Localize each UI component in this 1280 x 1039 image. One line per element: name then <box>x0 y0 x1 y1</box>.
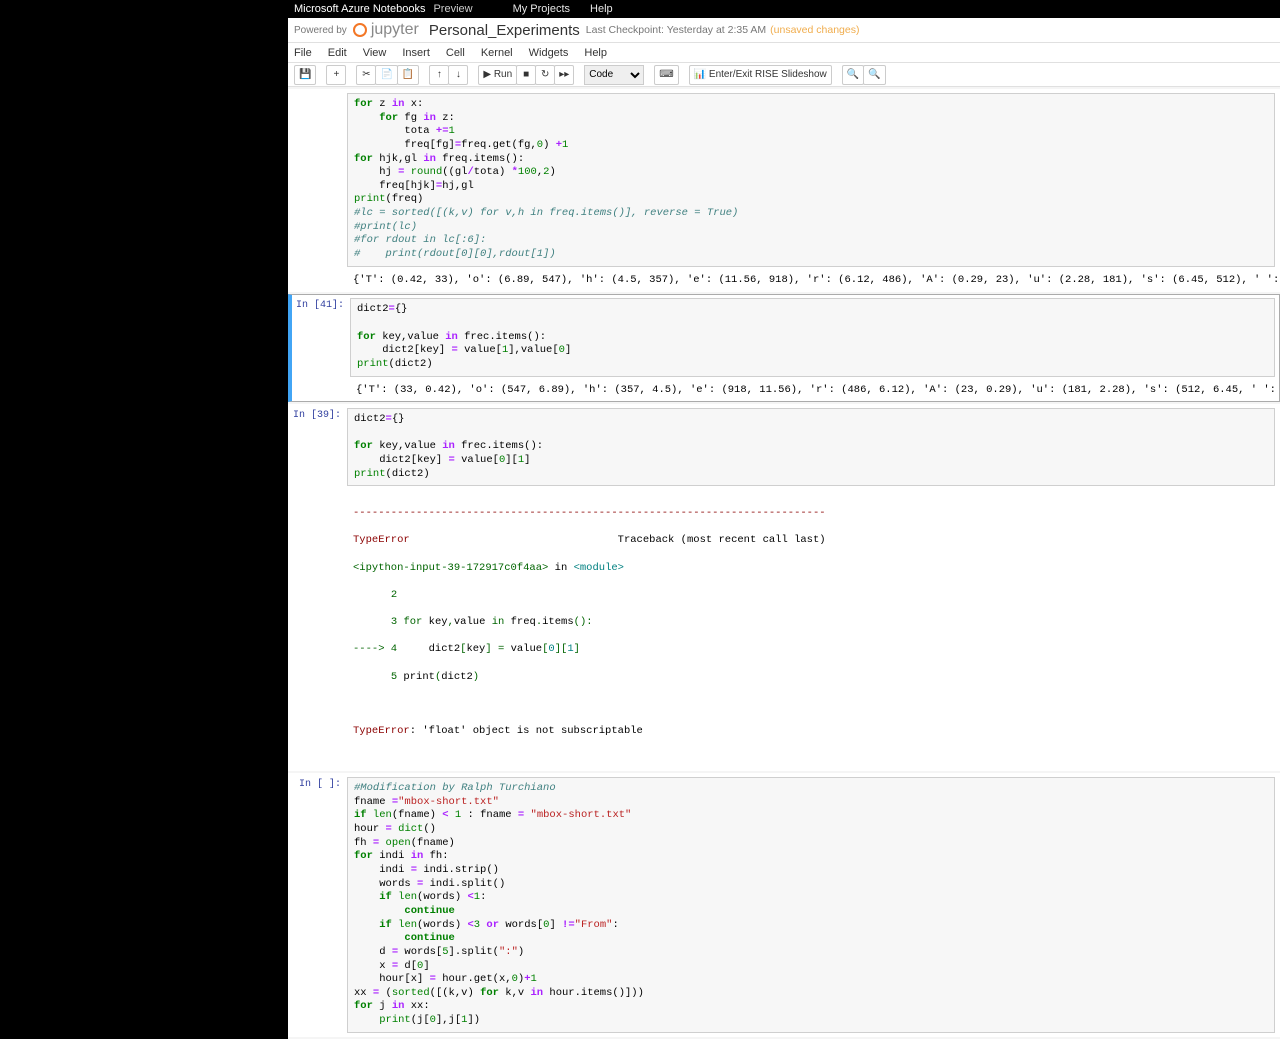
restart-run-all-button[interactable]: ▸▸ <box>554 65 574 85</box>
code-input[interactable]: dict2={} for key,value in frec.items(): … <box>347 408 1275 486</box>
restart-button[interactable]: ↻ <box>535 65 555 85</box>
zoom-in-button[interactable]: 🔍 <box>863 65 885 85</box>
code-cell[interactable]: In [41]: dict2={} for key,value in frec.… <box>288 294 1280 402</box>
run-button[interactable]: ▶ Run <box>478 65 517 85</box>
azure-preview-badge: Preview <box>433 3 472 15</box>
notebook-container: for z in x: for fg in z: tota +=1 freq[f… <box>288 87 1280 1039</box>
menu-insert[interactable]: Insert <box>402 47 430 59</box>
nav-my-projects[interactable]: My Projects <box>513 3 570 15</box>
cell-output: {'T': (0.42, 33), 'o': (6.89, 547), 'h':… <box>347 270 1279 292</box>
azure-brand: Microsoft Azure Notebooks <box>294 3 425 15</box>
move-up-button[interactable]: ↑ <box>429 65 449 85</box>
cell-output: {'T': (33, 0.42), 'o': (547, 6.89), 'h':… <box>350 380 1279 402</box>
menu-widgets[interactable]: Widgets <box>529 47 569 59</box>
powered-by-label: Powered by <box>294 25 347 36</box>
menu-edit[interactable]: Edit <box>328 47 347 59</box>
code-input[interactable]: #Modification by Ralph Turchiano fname =… <box>347 777 1275 1033</box>
cell-prompt: In [39]: <box>289 405 347 770</box>
toolbar: 💾 + ✂ 📄 📋 ↑ ↓ ▶ Run ■ ↻ ▸▸ Code ⌨ 📊 Ente… <box>288 63 1280 87</box>
menu-view[interactable]: View <box>363 47 387 59</box>
menubar: File Edit View Insert Cell Kernel Widget… <box>288 43 1280 63</box>
code-input[interactable]: dict2={} for key,value in frec.items(): … <box>350 298 1275 376</box>
copy-button[interactable]: 📄 <box>375 65 397 85</box>
nav-help[interactable]: Help <box>590 3 613 15</box>
zoom-out-button[interactable]: 🔍 <box>842 65 864 85</box>
add-cell-button[interactable]: + <box>326 65 346 85</box>
menu-kernel[interactable]: Kernel <box>481 47 513 59</box>
cell-prompt: In [ ]: <box>289 774 347 1036</box>
rise-slideshow-button[interactable]: 📊 Enter/Exit RISE Slideshow <box>689 65 832 85</box>
jupyter-logo[interactable]: jupyter <box>353 21 419 39</box>
code-cell[interactable]: for z in x: for fg in z: tota +=1 freq[f… <box>288 89 1280 292</box>
save-button[interactable]: 💾 <box>294 65 316 85</box>
cut-button[interactable]: ✂ <box>356 65 376 85</box>
cell-prompt: In [41]: <box>292 295 350 401</box>
unsaved-badge: (unsaved changes) <box>770 24 859 36</box>
interrupt-button[interactable]: ■ <box>516 65 536 85</box>
azure-header: Microsoft Azure Notebooks Preview My Pro… <box>288 0 1280 18</box>
cell-prompt <box>289 90 347 291</box>
code-cell[interactable]: In [ ]: #Modification by Ralph Turchiano… <box>288 773 1280 1037</box>
jupyter-icon <box>353 23 367 37</box>
paste-button[interactable]: 📋 <box>397 65 419 85</box>
logo-bar: Powered by jupyter Personal_Experiments … <box>288 18 1280 43</box>
code-input[interactable]: for z in x: for fg in z: tota +=1 freq[f… <box>347 93 1275 267</box>
code-cell[interactable]: In [39]: dict2={} for key,value in frec.… <box>288 404 1280 771</box>
move-down-button[interactable]: ↓ <box>448 65 468 85</box>
menu-help[interactable]: Help <box>584 47 607 59</box>
notebook-name[interactable]: Personal_Experiments <box>429 22 580 39</box>
error-output: ----------------------------------------… <box>347 489 1279 770</box>
celltype-select[interactable]: Code <box>584 65 644 85</box>
command-palette-button[interactable]: ⌨ <box>654 65 678 85</box>
checkpoint-status: Last Checkpoint: Yesterday at 2:35 AM <box>586 24 766 36</box>
menu-cell[interactable]: Cell <box>446 47 465 59</box>
menu-file[interactable]: File <box>294 47 312 59</box>
